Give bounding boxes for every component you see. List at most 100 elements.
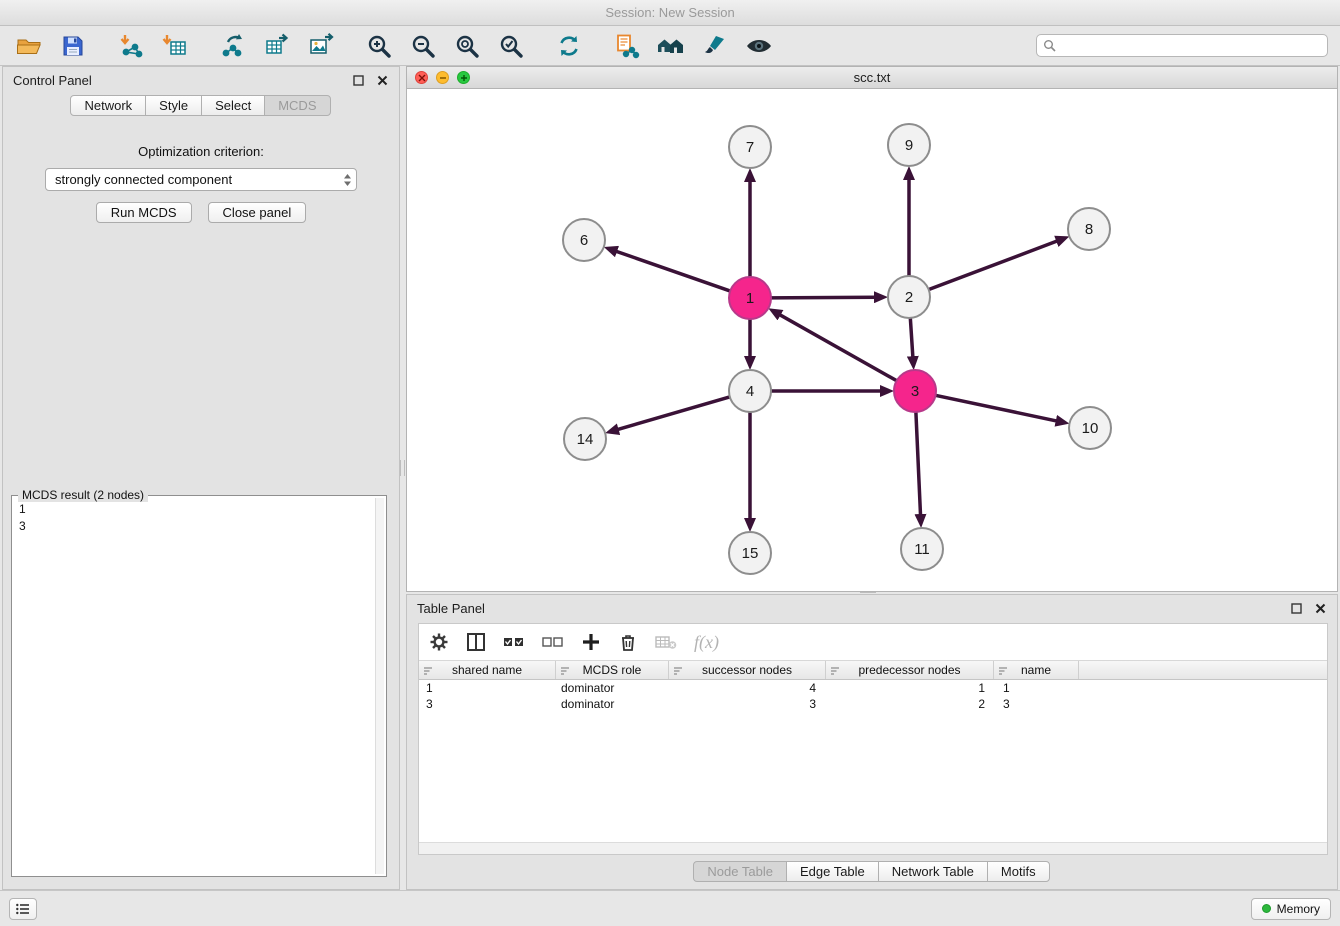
copy-network-button[interactable] (610, 29, 644, 63)
zoom-in-icon (366, 33, 392, 59)
edge-3-11[interactable] (916, 410, 921, 517)
node-9[interactable]: 9 (888, 124, 930, 166)
search-input[interactable] (1060, 39, 1321, 53)
close-window-button[interactable] (415, 71, 428, 84)
close-table-panel-button[interactable] (1313, 601, 1327, 615)
criterion-dropdown[interactable]: strongly connected component (45, 168, 357, 191)
tab-network[interactable]: Network (70, 95, 146, 116)
table-tab-node-table[interactable]: Node Table (693, 861, 787, 882)
node-10[interactable]: 10 (1069, 407, 1111, 449)
window-title: Session: New Session (605, 5, 734, 20)
node-1[interactable]: 1 (729, 277, 771, 319)
edge-2-3[interactable] (910, 316, 913, 359)
apply-layout-button[interactable] (552, 29, 586, 63)
edge-1-6[interactable] (614, 251, 732, 292)
sort-icon (673, 666, 683, 676)
result-scrollbar[interactable] (375, 498, 384, 874)
control-panel-tabs: NetworkStyleSelectMCDS (3, 95, 399, 116)
table-tab-motifs[interactable]: Motifs (987, 861, 1050, 882)
sort-icon (830, 666, 840, 676)
zoom-selected-button[interactable] (494, 29, 528, 63)
table-tab-network-table[interactable]: Network Table (878, 861, 988, 882)
close-icon (377, 75, 388, 86)
column-header-shared-name[interactable]: shared name (419, 661, 556, 679)
node-label: 10 (1082, 420, 1099, 437)
node-3[interactable]: 3 (894, 370, 936, 412)
node-14[interactable]: 14 (564, 418, 606, 460)
table-horizontal-scrollbar[interactable] (419, 842, 1327, 854)
import-table-button[interactable] (158, 29, 192, 63)
network-canvas: 7 9 6 8 1 2 4 3 14 10 15 11 (407, 89, 1337, 591)
column-header-name[interactable]: name (994, 661, 1079, 679)
table-row[interactable]: 1dominator411 (419, 680, 1327, 696)
main-toolbar (0, 26, 1340, 66)
node-8[interactable]: 8 (1068, 208, 1110, 250)
maximize-window-button[interactable] (457, 71, 470, 84)
edge-4-14[interactable] (616, 396, 732, 430)
add-column-button[interactable] (581, 632, 601, 652)
node-2[interactable]: 2 (888, 276, 930, 318)
edge-3-10[interactable] (934, 395, 1059, 422)
vertical-splitter-handle[interactable] (400, 460, 405, 476)
export-network-button[interactable] (216, 29, 250, 63)
deselect-all-button[interactable] (542, 632, 564, 652)
zoom-group (362, 29, 528, 63)
zoom-fit-button[interactable] (450, 29, 484, 63)
network-canvas-area[interactable]: 7 9 6 8 1 2 4 3 14 10 15 11 (407, 89, 1337, 591)
memory-button[interactable]: Memory (1251, 898, 1331, 920)
import-network-button[interactable] (114, 29, 148, 63)
column-header-MCDS-role[interactable]: MCDS role (556, 661, 669, 679)
maximize-glyph-icon (460, 74, 468, 82)
table-cell: 3 (669, 697, 826, 711)
close-panel-button[interactable] (375, 73, 389, 87)
sort-icon (560, 666, 570, 676)
function-builder-button[interactable]: f(x) (694, 632, 719, 653)
node-6[interactable]: 6 (563, 219, 605, 261)
node-4[interactable]: 4 (729, 370, 771, 412)
node-7[interactable]: 7 (729, 126, 771, 168)
close-panel-text-button[interactable]: Close panel (208, 202, 307, 223)
column-header-predecessor-nodes[interactable]: predecessor nodes (826, 661, 994, 679)
delete-column-button[interactable] (618, 632, 638, 652)
minimize-window-button[interactable] (436, 71, 449, 84)
float-panel-button[interactable] (351, 73, 365, 87)
result-line: 1 (19, 501, 368, 518)
zoom-in-button[interactable] (362, 29, 396, 63)
network-window-titlebar[interactable]: scc.txt (407, 67, 1337, 89)
paint-style-button[interactable] (698, 29, 732, 63)
export-image-button[interactable] (304, 29, 338, 63)
edge-3-1[interactable] (778, 314, 899, 382)
node-table-body: 1dominator4113dominator323 (419, 680, 1327, 842)
application-window: Session: New Session (0, 0, 1340, 926)
table-row[interactable]: 3dominator323 (419, 696, 1327, 712)
tab-select[interactable]: Select (201, 95, 265, 116)
table-cell: dominator (556, 697, 669, 711)
run-mcds-button[interactable]: Run MCDS (96, 202, 192, 223)
table-toolbar: f(x) (419, 624, 1327, 660)
float-table-panel-button[interactable] (1289, 601, 1303, 615)
tab-mcds[interactable]: MCDS (264, 95, 330, 116)
table-panel-title: Table Panel (417, 601, 485, 616)
save-session-button[interactable] (56, 29, 90, 63)
select-all-button[interactable] (503, 632, 525, 652)
export-table-button[interactable] (260, 29, 294, 63)
task-history-button[interactable] (9, 898, 37, 920)
network-overview-button[interactable] (654, 29, 688, 63)
show-columns-button[interactable] (466, 632, 486, 652)
tab-style[interactable]: Style (145, 95, 202, 116)
table-settings-button[interactable] (429, 632, 449, 652)
node-15[interactable]: 15 (729, 532, 771, 574)
edge-2-8[interactable] (927, 240, 1059, 290)
show-details-button[interactable] (742, 29, 776, 63)
open-folder-icon (16, 33, 42, 59)
open-session-button[interactable] (12, 29, 46, 63)
delete-table-button[interactable] (655, 632, 677, 652)
zoom-out-button[interactable] (406, 29, 440, 63)
task-list-icon (16, 903, 30, 915)
column-header-successor-nodes[interactable]: successor nodes (669, 661, 826, 679)
close-glyph-icon (418, 74, 426, 82)
criterion-value: strongly connected component (55, 172, 343, 187)
node-11[interactable]: 11 (901, 528, 943, 570)
edge-1-2[interactable] (769, 297, 877, 298)
table-tab-edge-table[interactable]: Edge Table (786, 861, 879, 882)
